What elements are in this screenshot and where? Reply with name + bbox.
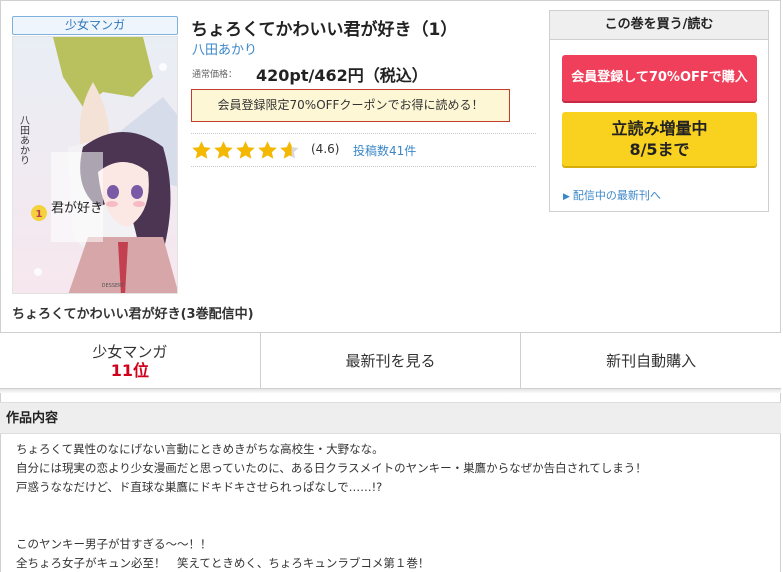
price-value: 420pt/462円（税込） <box>256 66 428 85</box>
latest-volume-label: 最新刊を見る <box>345 351 436 370</box>
newest-volume-link[interactable]: ▶ 配信中の最新刊へ <box>563 187 661 203</box>
star-icon <box>214 140 233 159</box>
preview-read-button[interactable]: 立読み増量中 8/5まで <box>562 112 757 166</box>
series-title[interactable]: ちょろくてかわいい君が好き(3巻配信中) <box>12 303 254 322</box>
ranking-genre-label: 少女マンガ <box>92 342 168 361</box>
book-title: ちょろくてかわいい君が好き（1） <box>191 20 458 40</box>
tab-auto-purchase[interactable]: 新刊自動購入 <box>521 333 781 388</box>
review-count-link[interactable]: 投稿数41件 <box>353 142 416 159</box>
star-icon <box>192 140 211 159</box>
preview-line-1: 立読み増量中 <box>611 119 708 138</box>
action-tabs: 少女マンガ 11位 最新刊を見る 新刊自動購入 <box>0 332 781 389</box>
star-icon <box>280 140 299 159</box>
member-purchase-button[interactable]: 会員登録して70%OFFで購入 <box>562 55 757 101</box>
price-label: 通常価格： <box>192 70 238 80</box>
description-line: 全ちょろ女子がキュン必至！ 笑えてときめく、ちょろキュンラブコメ第１巻！ <box>16 556 430 570</box>
genre-badge[interactable]: 少女マンガ <box>12 16 178 35</box>
description-body: ちょろくて異性のなにげない言動にときめきがちな高校生・大野なな。 自分には現実の… <box>16 440 756 572</box>
divider <box>191 166 536 167</box>
triangle-right-icon: ▶ <box>563 192 570 202</box>
tab-latest-volume[interactable]: 最新刊を見る <box>261 333 522 388</box>
cover-image[interactable]: 八田あかり 君が好き 1 DESSERT <box>12 36 178 294</box>
auto-purchase-label: 新刊自動購入 <box>606 351 697 370</box>
tab-genre-ranking[interactable]: 少女マンガ 11位 <box>0 333 261 388</box>
description-line: ちょろくて異性のなにげない言動にときめきがちな高校生・大野なな。 <box>16 442 384 456</box>
divider <box>191 133 536 134</box>
cover-publisher: DESSERT <box>102 283 126 289</box>
description-line: 自分には現実の恋より少女漫画だと思っていたのに、ある日クラスメイトのヤンキー・巣… <box>16 461 647 475</box>
buy-panel: この巻を買う/読む 会員登録して70%OFFで購入 立読み増量中 8/5まで ▶… <box>549 10 769 212</box>
coupon-banner[interactable]: 会員登録限定70%OFFクーポンでお得に読める！ <box>191 89 510 122</box>
buy-panel-header: この巻を買う/読む <box>550 11 768 40</box>
description-header: 作品内容 <box>0 402 781 434</box>
cover-author-text: 八田あかり <box>18 115 30 165</box>
star-icon <box>236 140 255 159</box>
preview-line-2: 8/5まで <box>629 140 690 159</box>
description-line: 戸惑うななだけど、ド直球な巣鷹にドキドキさせられっぱなしで……!? <box>16 480 383 494</box>
description-line: このヤンキー男子が甘すぎる～～！！ <box>16 537 212 551</box>
newest-volume-label: 配信中の最新刊へ <box>572 189 661 202</box>
star-icon <box>258 140 277 159</box>
author-link[interactable]: 八田あかり <box>192 39 257 58</box>
rating-score: (4.6) <box>311 142 340 156</box>
ranking-value: 11位 <box>110 360 149 380</box>
cover-logo-text: 君が好き <box>51 201 103 216</box>
tabs-shadow <box>0 389 781 393</box>
rating-stars <box>191 138 301 162</box>
cover-volume: 1 <box>36 209 43 220</box>
cover-illustration: 八田あかり 君が好き 1 DESSERT <box>13 37 177 293</box>
